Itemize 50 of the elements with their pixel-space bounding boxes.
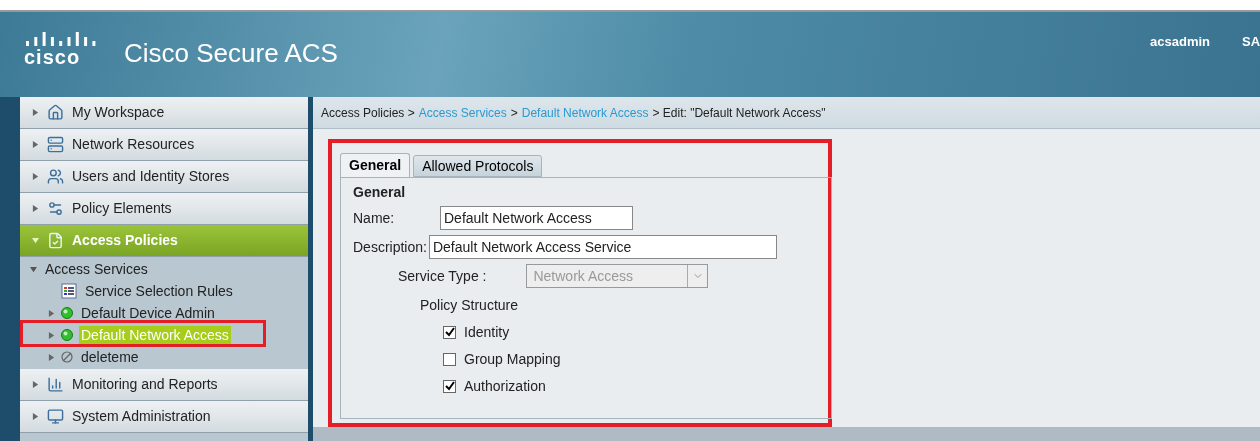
tab[interactable]: General: [340, 153, 411, 177]
breadcrumb-text: > Edit: "Default Network Access": [652, 104, 826, 122]
sidebar-item[interactable]: Monitoring and Reports: [20, 369, 308, 401]
service-type-label: Service Type :: [398, 266, 487, 286]
tree-item[interactable]: deleteme: [79, 348, 141, 366]
tab[interactable]: Allowed Protocols: [413, 155, 543, 177]
app-title: Cisco Secure ACS: [124, 38, 338, 68]
checkbox-label: Authorization: [464, 376, 546, 396]
section-icon: [47, 168, 64, 185]
sidebar-item[interactable]: My Workspace: [20, 97, 308, 129]
breadcrumb-text: Access Policies >: [321, 104, 415, 122]
policy-structure-label: Policy Structure: [419, 296, 520, 315]
sidebar-item[interactable]: Network Resources: [20, 129, 308, 161]
section-icon: [47, 136, 64, 153]
logo-wordmark: cisco: [24, 46, 81, 68]
name-field[interactable]: Default Network Access: [440, 206, 633, 230]
collapsed-caret-icon[interactable]: [48, 331, 55, 339]
collapsed-caret-icon[interactable]: [32, 109, 39, 116]
checkbox[interactable]: [443, 325, 456, 339]
sidebar-item[interactable]: Users and Identity Stores: [20, 161, 308, 193]
breadcrumb-text: >: [510, 104, 518, 122]
section-icon: [47, 408, 64, 425]
sidebar-item[interactable]: System Administration: [20, 401, 308, 433]
collapsed-caret-icon[interactable]: [32, 205, 39, 212]
checkbox-label: Group Mapping: [464, 349, 561, 369]
description-field[interactable]: Default Network Access Service: [428, 235, 777, 259]
checkbox-label: Identity: [464, 322, 510, 342]
section-icon: [47, 376, 64, 393]
rules-list-icon: [61, 283, 77, 299]
section-icon: [47, 232, 64, 249]
description-label: Description:: [353, 237, 427, 257]
tree-item[interactable]: Default Device Admin: [79, 304, 217, 322]
section-icon: [47, 200, 64, 217]
section-icon: [47, 104, 64, 121]
collapsed-caret-icon[interactable]: [32, 381, 39, 388]
section-heading: General: [353, 183, 407, 202]
collapsed-caret-icon[interactable]: [32, 173, 39, 180]
name-label: Name:: [353, 208, 396, 228]
checkbox[interactable]: [443, 352, 456, 366]
collapsed-caret-icon[interactable]: [48, 353, 55, 361]
tree-item[interactable]: Access Services: [43, 260, 150, 278]
expanded-caret-icon[interactable]: [30, 265, 37, 273]
collapsed-caret-icon[interactable]: [48, 309, 55, 317]
collapsed-caret-icon[interactable]: [32, 413, 39, 420]
tree-item[interactable]: Service Selection Rules: [83, 282, 235, 300]
checkbox[interactable]: [443, 379, 456, 393]
user-name: acsadmin: [1150, 33, 1210, 51]
host-label: SA: [1242, 33, 1260, 51]
collapsed-caret-icon[interactable]: [32, 141, 39, 148]
sidebar-item[interactable]: Policy Elements: [20, 193, 308, 225]
